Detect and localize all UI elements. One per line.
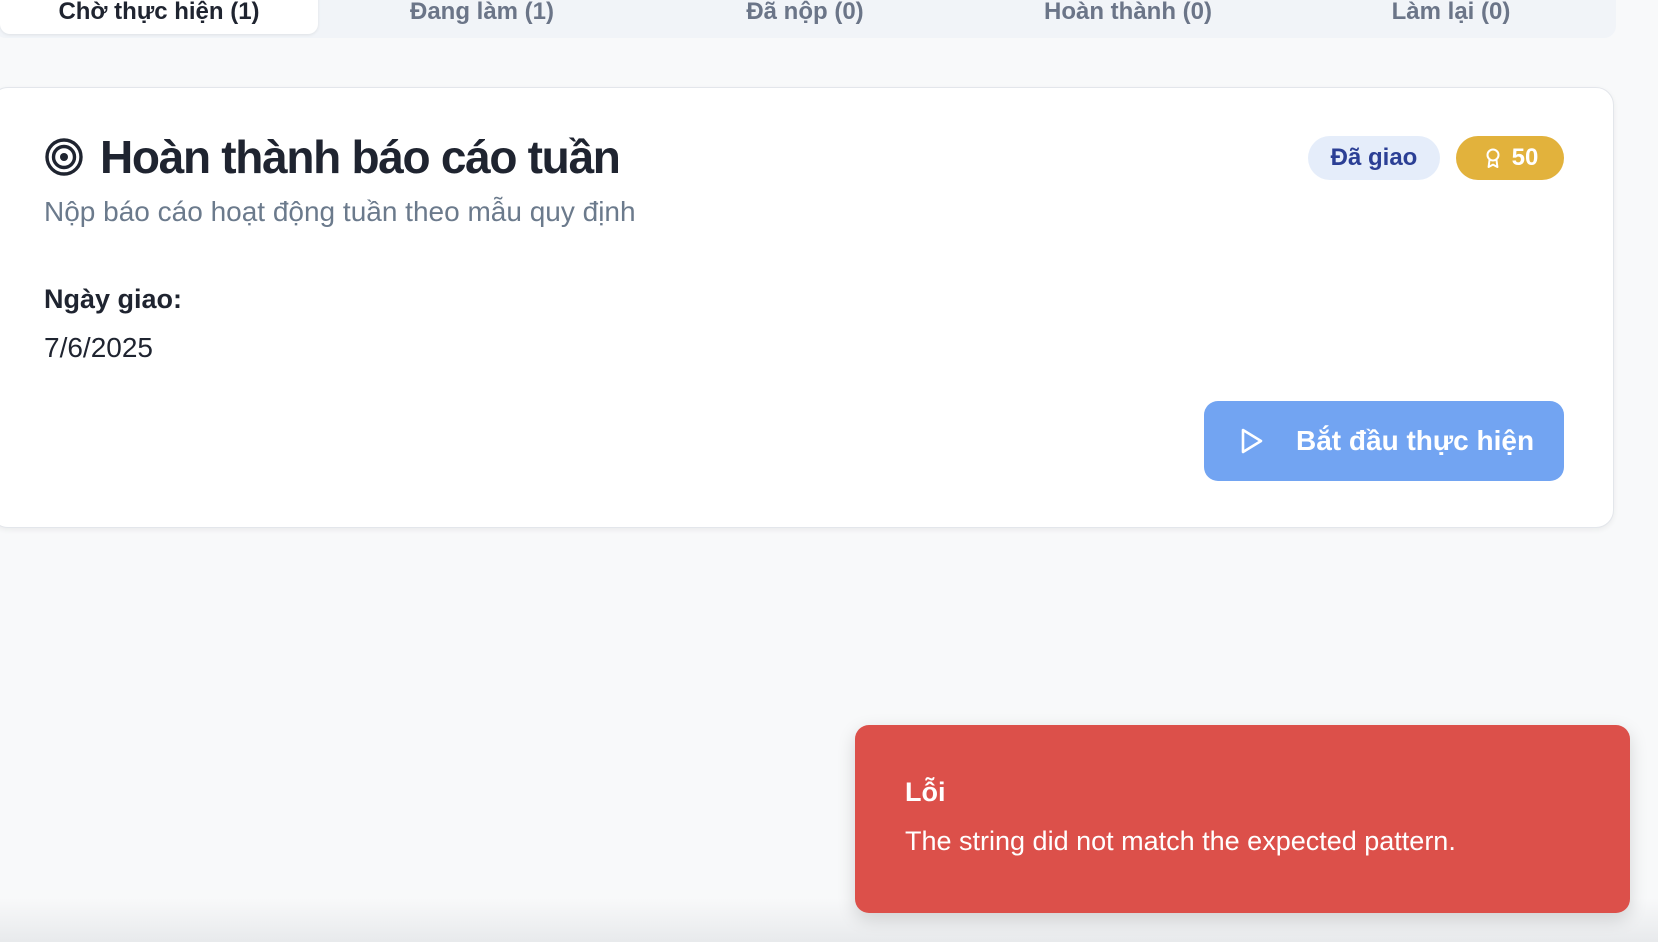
play-icon: [1236, 426, 1266, 456]
task-title: Hoàn thành báo cáo tuần: [100, 131, 621, 183]
start-task-button[interactable]: Bắt đầu thực hiện: [1204, 401, 1564, 481]
tab-submitted[interactable]: Đã nộp (0): [646, 0, 964, 34]
points-badge: 50: [1456, 136, 1564, 180]
assigned-date-label: Ngày giao:: [44, 284, 183, 314]
task-status-tabs: Chờ thực hiện (1) Đang làm (1) Đã nộp (0…: [0, 0, 1616, 38]
task-card: Hoàn thành báo cáo tuần Nộp báo cáo hoạt…: [0, 87, 1614, 528]
tab-in-progress[interactable]: Đang làm (1): [318, 0, 646, 34]
tab-pending[interactable]: Chờ thực hiện (1): [0, 0, 318, 34]
task-page: Chờ thực hiện (1) Đang làm (1) Đã nộp (0…: [0, 0, 1658, 942]
medal-icon: [1482, 147, 1504, 169]
tab-completed[interactable]: Hoàn thành (0): [964, 0, 1292, 34]
task-description: Nộp báo cáo hoạt động tuần theo mẫu quy …: [44, 196, 636, 227]
tab-redo[interactable]: Làm lại (0): [1292, 0, 1610, 34]
toast-message: The string did not match the expected pa…: [905, 826, 1456, 856]
task-header: Hoàn thành báo cáo tuần: [44, 131, 621, 183]
status-badge: Đã giao: [1308, 136, 1440, 180]
assigned-date-value: 7/6/2025: [44, 332, 153, 363]
error-toast[interactable]: Lỗi The string did not match the expecte…: [855, 725, 1630, 913]
start-task-label: Bắt đầu thực hiện: [1296, 425, 1535, 456]
target-icon: [44, 137, 84, 177]
task-badges: Đã giao 50: [1308, 136, 1564, 180]
toast-title: Lỗi: [905, 777, 946, 807]
points-value: 50: [1511, 144, 1539, 171]
